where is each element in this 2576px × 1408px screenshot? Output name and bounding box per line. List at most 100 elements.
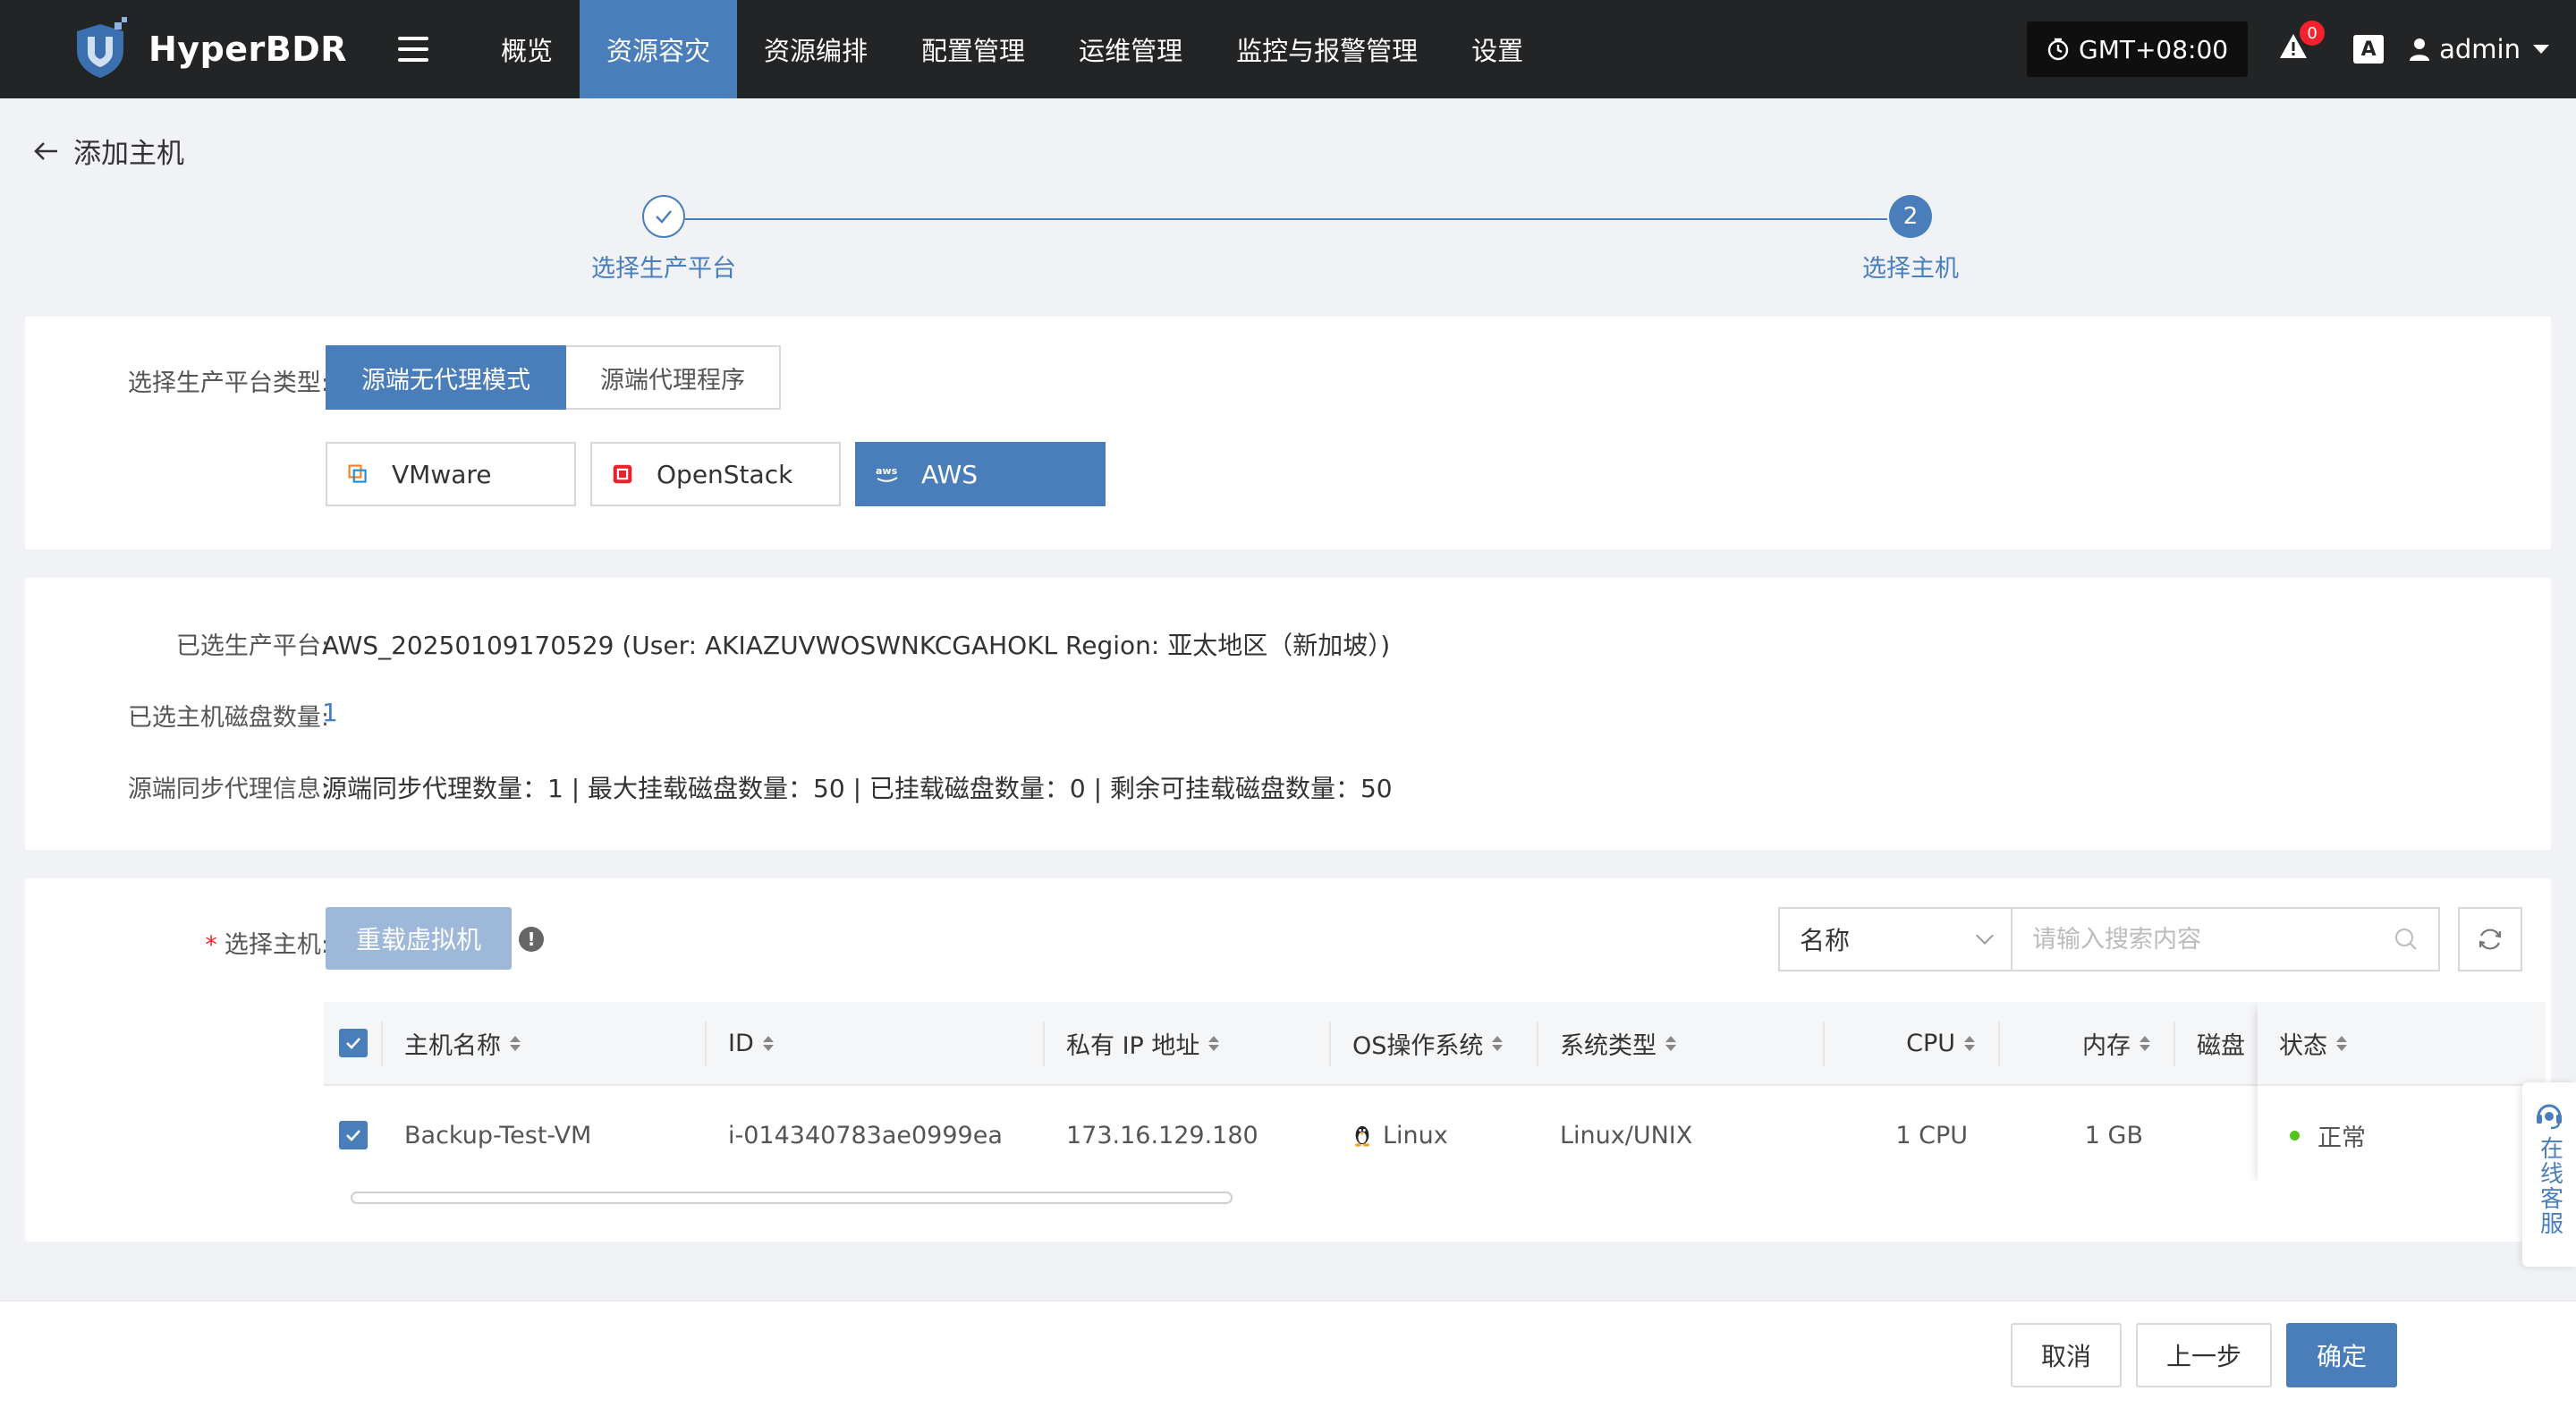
proxy-info-label: 源端同步代理信息: — [127, 776, 329, 803]
online-support-label: 在线客服 — [2536, 1136, 2563, 1236]
user-icon — [2410, 38, 2430, 61]
search-field-select[interactable]: 名称 — [1778, 907, 2012, 971]
cell-host-id: i-014340783ae0999ea — [728, 1121, 1003, 1149]
top-right-tools: GMT+08:00 0 A admin — [2027, 0, 2576, 98]
cell-host-name: Backup-Test-VM — [404, 1121, 592, 1149]
nav-item-config[interactable]: 配置管理 — [894, 0, 1052, 98]
platform-vmware-button[interactable]: VMware — [326, 442, 576, 506]
cancel-button[interactable]: 取消 — [2011, 1323, 2123, 1387]
sort-icon — [1208, 1035, 1220, 1051]
host-select-label: * 选择主机: — [205, 931, 329, 959]
headset-icon — [2537, 1104, 2562, 1130]
main-nav: 概览 资源容灾 资源编排 配置管理 运维管理 监控与报警管理 设置 — [474, 0, 1550, 98]
alert-button[interactable]: 0 — [2278, 21, 2326, 67]
search-box — [2011, 907, 2440, 971]
menu-toggle-icon[interactable] — [386, 37, 440, 62]
platform-options: VMware OpenStack aws AWS — [326, 442, 1106, 506]
scrollbar-thumb[interactable] — [351, 1192, 1233, 1204]
username: admin — [2439, 34, 2521, 64]
column-header-id[interactable]: ID — [707, 1002, 1045, 1084]
cell-private-ip: 173.16.129.180 — [1066, 1121, 1258, 1149]
search-input[interactable] — [2032, 925, 2394, 954]
sort-icon — [1492, 1035, 1504, 1051]
sort-icon — [762, 1035, 774, 1051]
app-name: HyperBDR — [148, 30, 348, 69]
mode-agentless-button[interactable]: 源端无代理模式 — [326, 345, 566, 410]
user-menu[interactable]: admin — [2409, 34, 2549, 64]
nav-item-orchestration[interactable]: 资源编排 — [737, 0, 894, 98]
selection-info-card: 已选生产平台: AWS_20250109170529 (User: AKIAZU… — [25, 578, 2551, 850]
online-support-tab[interactable]: 在线客服 — [2522, 1082, 2576, 1267]
step-label: 选择生产平台 — [591, 255, 736, 283]
required-asterisk: * — [205, 931, 217, 959]
aws-icon: aws — [875, 462, 900, 487]
host-table: 主机名称 ID 私有 IP 地址 OS操作系统 系统类型 CPU 内存 磁盘 B… — [324, 1002, 2546, 1181]
back-arrow-icon[interactable] — [30, 136, 61, 166]
nav-item-monitoring[interactable]: 监控与报警管理 — [1209, 0, 1445, 98]
column-header-cpu[interactable]: CPU — [1825, 1002, 2000, 1084]
platform-label: OpenStack — [657, 459, 793, 489]
cell-system-type: Linux/UNIX — [1560, 1121, 1693, 1149]
status-fixed-column: 状态 正常 — [2258, 1002, 2546, 1181]
info-icon[interactable]: ! — [519, 927, 544, 952]
row-checkbox-cell — [324, 1086, 383, 1181]
platform-openstack-button[interactable]: OpenStack — [590, 442, 841, 506]
column-header-name[interactable]: 主机名称 — [383, 1002, 707, 1084]
table-row[interactable]: Backup-Test-VM i-014340783ae0999ea 173.1… — [324, 1086, 2546, 1181]
hyperbdr-logo-icon — [77, 17, 127, 78]
alert-count-badge: 0 — [2300, 21, 2326, 46]
openstack-icon — [610, 462, 635, 487]
row-checkbox[interactable] — [339, 1121, 368, 1149]
selected-platform-value: AWS_20250109170529 (User: AKIAZUVWOSWNKC… — [322, 631, 1391, 660]
previous-step-button[interactable]: 上一步 — [2136, 1323, 2273, 1387]
timezone-label: GMT+08:00 — [2079, 34, 2229, 64]
sort-icon — [2140, 1035, 2150, 1051]
page-title: 添加主机 — [73, 138, 184, 170]
nav-item-resource-dr[interactable]: 资源容灾 — [580, 0, 738, 98]
horizontal-scrollbar[interactable] — [324, 1190, 2546, 1204]
host-select-card: *选择主机: 重载虚拟机 ! 名称 主机名称 ID 私有 IP 地址 OS操作系… — [25, 878, 2551, 1242]
nav-item-settings[interactable]: 设置 — [1445, 0, 1550, 98]
top-nav-bar: HyperBDR 概览 资源容灾 资源编排 配置管理 运维管理 监控与报警管理 … — [0, 0, 2576, 98]
column-header-memory[interactable]: 内存 — [2000, 1002, 2175, 1084]
check-icon — [346, 1038, 360, 1049]
column-header-ip[interactable]: 私有 IP 地址 — [1045, 1002, 1331, 1084]
select-all-cell — [324, 1002, 383, 1084]
step-select-host: 2 选择主机 — [1776, 195, 2045, 284]
search-icon[interactable] — [2394, 927, 2419, 952]
refresh-button[interactable] — [2458, 907, 2522, 971]
status-dot-icon — [2290, 1130, 2300, 1141]
sort-icon — [2336, 1035, 2347, 1051]
cell-status: 正常 — [2258, 1086, 2546, 1181]
mode-agent-button[interactable]: 源端代理程序 — [566, 345, 781, 410]
nav-item-ops[interactable]: 运维管理 — [1052, 0, 1209, 98]
nav-item-overview[interactable]: 概览 — [474, 0, 580, 98]
chevron-down-icon — [1976, 927, 1994, 945]
cell-os: Linux — [1331, 1086, 1538, 1181]
language-icon[interactable]: A — [2353, 35, 2385, 64]
column-header-system-type[interactable]: 系统类型 — [1538, 1002, 1825, 1084]
search-field-value: 名称 — [1800, 926, 1851, 955]
select-all-checkbox[interactable] — [339, 1029, 368, 1057]
proxy-info-value: 源端同步代理数量：1 | 最大挂载磁盘数量：50 | 已挂载磁盘数量：0 | 剩… — [322, 774, 1393, 803]
check-icon — [346, 1130, 360, 1141]
table-header: 主机名称 ID 私有 IP 地址 OS操作系统 系统类型 CPU 内存 磁盘 — [324, 1002, 2546, 1086]
confirm-button[interactable]: 确定 — [2286, 1323, 2398, 1387]
svg-text:aws: aws — [876, 465, 898, 477]
platform-aws-button[interactable]: aws AWS — [855, 442, 1106, 506]
sort-icon — [1964, 1035, 1975, 1051]
step-label: 选择主机 — [1862, 255, 1959, 283]
cell-memory: 1 GB — [2084, 1121, 2143, 1149]
logo[interactable]: HyperBDR — [68, 17, 363, 81]
reload-vm-button[interactable]: 重载虚拟机 — [326, 907, 513, 970]
column-header-status[interactable]: 状态 — [2258, 1002, 2546, 1086]
timezone-selector[interactable]: GMT+08:00 — [2027, 21, 2249, 77]
chevron-down-icon — [2533, 45, 2549, 54]
footer-actions: 取消 上一步 确定 — [0, 1301, 2576, 1408]
platform-label: AWS — [921, 459, 979, 489]
page-header: 添加主机 — [30, 131, 184, 171]
cell-cpu: 1 CPU — [1895, 1121, 1968, 1149]
column-header-os[interactable]: OS操作系统 — [1331, 1002, 1538, 1084]
check-icon — [656, 210, 672, 224]
stepper: 选择生产平台 2 选择主机 — [0, 195, 2576, 293]
